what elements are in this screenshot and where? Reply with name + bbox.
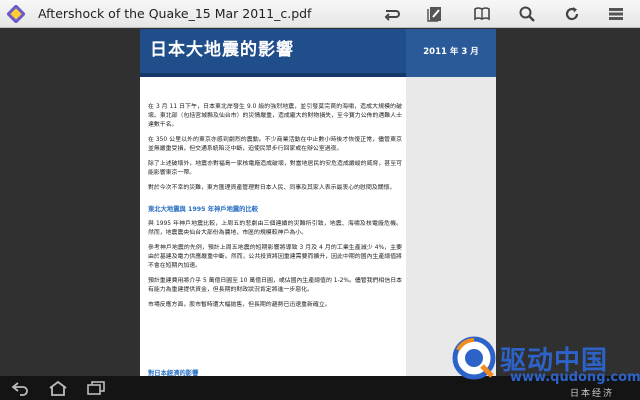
paragraph: 除了上述破壞外，地震亦對福島一家核電廠造成破壞，對當地居民的安危造成嚴峻的威脅，… <box>148 161 402 176</box>
header-side: 2011 年 3 月 <box>406 29 496 77</box>
paragraph: 與 1995 年神戶地震比較，上周五的悲劇由三個連續的災難所引致，地震、海嘯及核… <box>148 221 402 236</box>
document-body: 在 3 月 11 日下午，日本東北岸發生 9.0 級的強烈地震，並引發莫完苠的海… <box>148 103 402 316</box>
home-icon[interactable] <box>46 379 70 397</box>
paragraph: 在 3 月 11 日下午，日本東北岸發生 9.0 級的強烈地震，並引發莫完苠的海… <box>148 104 402 128</box>
back-icon[interactable] <box>8 379 32 397</box>
search-icon[interactable] <box>516 4 538 24</box>
site-watermark: 驱动中国 www.qudong.com 日本经济 <box>452 312 640 400</box>
paragraph: 市場反應方面，股市暫時遭大幅拋售，但長期的趨勢已迅速重新確立。 <box>148 302 331 308</box>
more-icon[interactable] <box>605 4 627 24</box>
pdf-reader-app: Aftershock of the Quake_15 Mar 2011_c.pd… <box>0 0 640 400</box>
document-title: Aftershock of the Quake_15 Mar 2011_c.pd… <box>38 6 312 21</box>
pen-icon[interactable] <box>424 4 446 24</box>
app-logo-icon[interactable] <box>6 4 26 24</box>
paragraph: 預計重建費用將介乎 5 萬億日圓至 10 萬億日圓，或佔國內生產總值的 1-2%… <box>148 278 402 293</box>
watermark-url: www.qudong.com <box>510 370 640 385</box>
refresh-icon[interactable] <box>561 4 583 24</box>
paragraph: 在 350 公里以外的東京亦感到劇烈的震動。不少商業活動在中止數小時後才恢復正常… <box>148 137 402 152</box>
watermark-subtitle: 日本经济 <box>570 389 615 399</box>
paragraph: 參考神戶地震的先例，預計上周五地震的短期影響將導致 3 月及 4 月的工業生產減… <box>148 245 402 269</box>
pdf-page[interactable]: 日本大地震的影響 2011 年 3 月 在 3 月 11 日下午，日本東北岸發生… <box>140 29 496 376</box>
paragraph: 對於今次不幸的災難，東方匯理資產管理對日本人民、同事及其家人表示最衷心的慰問及關… <box>148 185 396 191</box>
book-icon[interactable] <box>471 4 493 24</box>
header-date: 2011 年 3 月 <box>423 47 479 57</box>
page-title: 日本大地震的影響 <box>150 40 294 60</box>
action-bar: Aftershock of the Quake_15 Mar 2011_c.pd… <box>0 0 640 28</box>
header-divider <box>140 73 406 77</box>
swap-icon[interactable] <box>381 4 403 24</box>
watermark-logo-icon <box>452 336 496 380</box>
section-heading: 對日本經濟的影響 <box>148 370 199 376</box>
header-band: 日本大地震的影響 <box>140 29 406 77</box>
section-heading: 東北大地震與 1995 年神戶地震的比較 <box>148 206 259 213</box>
recent-apps-icon[interactable] <box>84 379 108 397</box>
